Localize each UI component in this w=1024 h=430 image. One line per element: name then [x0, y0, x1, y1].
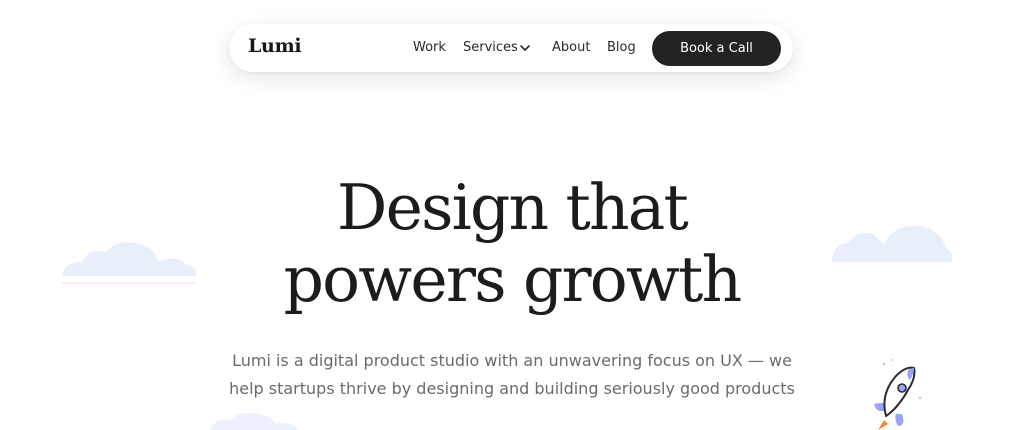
nav-link-blog[interactable]: Blog	[607, 40, 636, 56]
hero-heading: Design that powers growth	[0, 172, 1024, 316]
book-a-call-button[interactable]: Book a Call	[652, 31, 781, 66]
hero-heading-line: powers growth	[283, 243, 743, 316]
cloud-icon	[210, 412, 298, 430]
chevron-down-icon[interactable]	[519, 43, 531, 53]
hero-subtitle-line: help startups thrive by designing and bu…	[229, 379, 795, 398]
top-navigation: Lumi Work Services About Blog Book a Cal…	[229, 24, 793, 72]
hero-heading-line: Design that	[336, 171, 689, 244]
lumi-logo[interactable]: Lumi	[248, 35, 302, 57]
nav-link-services[interactable]: Services	[463, 40, 518, 56]
nav-link-work[interactable]: Work	[413, 40, 446, 56]
hero-subtitle: Lumi is a digital product studio with an…	[0, 347, 1024, 403]
nav-link-about[interactable]: About	[552, 40, 590, 56]
hero-subtitle-line: Lumi is a digital product studio with an…	[232, 351, 792, 370]
